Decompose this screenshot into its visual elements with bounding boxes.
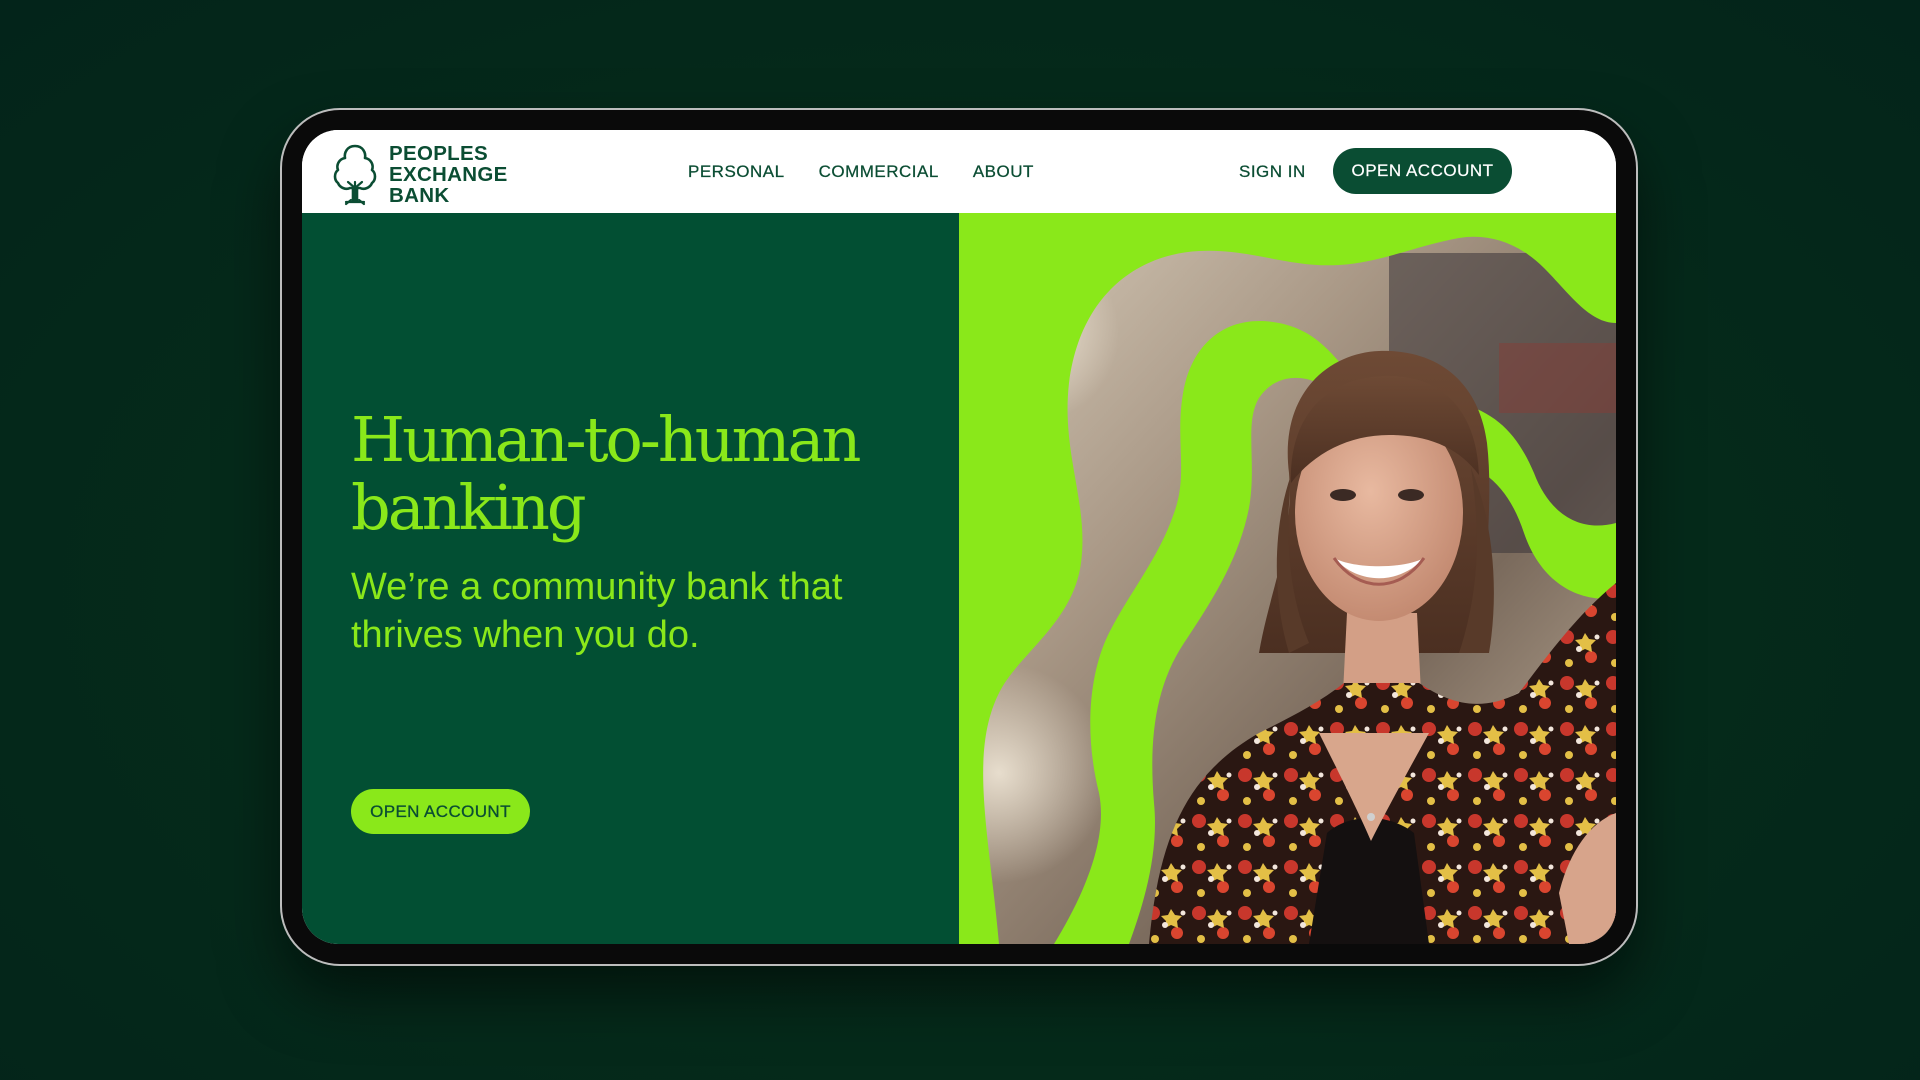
brand-line-1: PEOPLES: [389, 141, 488, 165]
brand-logo[interactable]: PEOPLES EXCHANGE BANK: [330, 142, 508, 206]
site-header: PEOPLES EXCHANGE BANK PERSONAL COMMERCIA…: [302, 130, 1616, 213]
nav-item-commercial[interactable]: COMMERCIAL: [818, 161, 939, 182]
nav-item-personal[interactable]: PERSONAL: [688, 161, 785, 182]
nav-item-about[interactable]: ABOUT: [973, 161, 1034, 182]
hero-text-panel: Human-to-human banking We’re a community…: [302, 213, 959, 944]
open-account-button-hero[interactable]: OPEN ACCOUNT: [351, 789, 530, 834]
brand-line-3: BANK: [389, 183, 450, 207]
open-account-button-header[interactable]: OPEN ACCOUNT: [1333, 148, 1512, 194]
main-nav: PERSONAL COMMERCIAL ABOUT: [688, 130, 1068, 213]
hero-headline: Human-to-human banking: [351, 403, 861, 544]
hero-image-panel: [959, 213, 1616, 944]
oak-tree-logo-icon: [333, 144, 377, 206]
hero-subhead: We’re a community bank that thrives when…: [351, 566, 843, 656]
tablet-screen: PEOPLES EXCHANGE BANK PERSONAL COMMERCIA…: [302, 130, 1616, 944]
brand-line-2: EXCHANGE: [389, 162, 508, 186]
sign-in-link[interactable]: SIGN IN: [1239, 130, 1306, 213]
tablet-frame: PEOPLES EXCHANGE BANK PERSONAL COMMERCIA…: [282, 110, 1636, 964]
brand-wordmark: PEOPLES EXCHANGE BANK: [389, 143, 508, 206]
smiling-woman-photo: [959, 213, 1616, 944]
